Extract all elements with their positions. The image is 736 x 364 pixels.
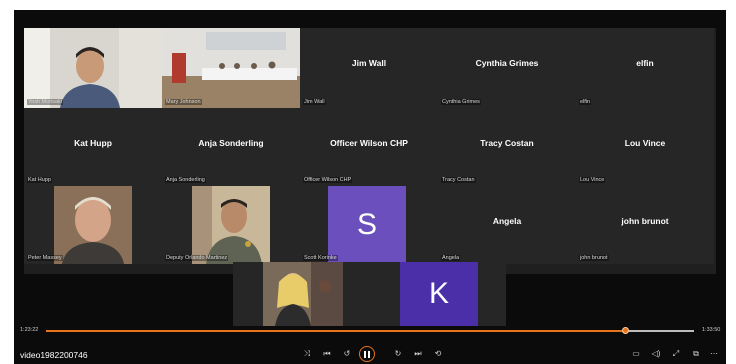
more-icon[interactable]: ⋯ <box>708 349 720 359</box>
participant-name: Peter Massey <box>27 255 63 261</box>
participant-tile: Mary Johnson <box>162 28 300 108</box>
participant-name: Scott Korinke <box>303 255 338 261</box>
participant-name: Lou Vince <box>579 177 606 183</box>
participant-name: Mary Johnson <box>165 99 202 105</box>
participant-display-name: Cynthia Grimes <box>475 58 539 69</box>
pause-icon <box>368 350 370 358</box>
avatar: S <box>328 186 406 264</box>
participant-name: Kat Hupp <box>27 177 52 183</box>
control-bar: video1982200746 ⤨ ⏮ ↺ ↻ ⏭ ⟲ ▭ ◁) ⤢ ⧉ ⋯ <box>14 344 726 364</box>
seek-track[interactable] <box>46 327 694 334</box>
participant-strip: K <box>233 262 506 326</box>
participant-tile: Kat Hupp Kat Hupp <box>24 108 162 186</box>
repeat-icon[interactable]: ⟲ <box>432 349 444 359</box>
participant-tile: S Scott Korinke <box>300 186 438 264</box>
duration-time: 1:33:50 <box>702 327 721 333</box>
video-title: video1982200746 <box>20 350 88 360</box>
participant-name: Deputy Orlando Martinez <box>165 255 229 261</box>
participant-display-name: Officer Wilson CHP <box>330 137 408 148</box>
participant-display-name: Kat Hupp <box>74 137 112 148</box>
seek-progress <box>46 330 626 332</box>
participant-name: Jim Wall <box>303 99 326 105</box>
participant-display-name: Angela <box>492 215 522 226</box>
participant-name: john brunot <box>579 255 609 261</box>
participant-tile: Tracy Costan Tracy Costan <box>438 108 576 186</box>
participant-video <box>263 262 343 326</box>
pause-button[interactable] <box>359 346 375 362</box>
seek-bar[interactable]: 1:23:22 1:33:50 <box>14 322 726 342</box>
participant-name: Cynthia Grimes <box>441 99 481 105</box>
avatar-letter: K <box>428 277 449 310</box>
participant-tile: Angela Angela <box>438 186 576 264</box>
video-player: Yosh Morisaki Mary Johnson Jim Wall Jim … <box>14 10 726 364</box>
participant-tile: Officer Wilson CHP Officer Wilson CHP <box>300 108 438 186</box>
rewind-icon[interactable]: ↺ <box>341 349 353 359</box>
captions-icon[interactable]: ▭ <box>630 349 642 359</box>
participant-video <box>162 28 300 108</box>
participant-display-name: Jim Wall <box>351 58 387 69</box>
participant-video <box>24 186 162 264</box>
avatar-letter: S <box>356 208 377 241</box>
participant-display-name: Lou Vince <box>624 137 666 148</box>
participant-video <box>24 28 162 108</box>
participant-tile: Lou Vince Lou Vince <box>576 108 714 186</box>
participant-name: Tracy Costan <box>441 177 476 183</box>
participant-display-name: Anja Sonderling <box>198 137 264 148</box>
skip-next-icon[interactable]: ⏭ <box>412 349 424 359</box>
participant-video <box>162 186 300 264</box>
fullscreen-icon[interactable]: ⤢ <box>670 349 682 359</box>
participant-name: Angela <box>441 255 461 261</box>
elapsed-time: 1:23:22 <box>20 327 39 333</box>
shuffle-icon[interactable]: ⤨ <box>301 349 313 359</box>
skip-previous-icon[interactable]: ⏮ <box>321 349 333 359</box>
volume-icon[interactable]: ◁) <box>650 349 662 359</box>
participant-tile: elfin elfin <box>576 28 714 108</box>
participant-tile: Deputy Orlando Martinez <box>162 186 300 264</box>
participant-display-name: john brunot <box>621 215 669 226</box>
participant-name: Officer Wilson CHP <box>303 177 353 183</box>
participant-tile: Jim Wall Jim Wall <box>300 28 438 108</box>
seek-thumb[interactable] <box>622 327 630 334</box>
participant-name: Yosh Morisaki <box>27 99 64 105</box>
participant-display-name: Tracy Costan <box>480 137 534 148</box>
participant-tile: Peter Massey <box>24 186 162 264</box>
fast-forward-icon[interactable]: ↻ <box>392 349 404 359</box>
avatar: K <box>400 262 478 326</box>
meeting-grid: Yosh Morisaki Mary Johnson Jim Wall Jim … <box>24 28 716 274</box>
miniplayer-icon[interactable]: ⧉ <box>690 349 702 359</box>
participant-tile: Cynthia Grimes Cynthia Grimes <box>438 28 576 108</box>
participant-tile: Yosh Morisaki <box>24 28 162 108</box>
participant-name: elfin <box>579 99 592 105</box>
participant-tile: Anja Sonderling Anja Sonderling <box>162 108 300 186</box>
participant-name: Anja Sonderling <box>165 177 206 183</box>
participant-tile: john brunot john brunot <box>576 186 714 264</box>
pause-icon <box>364 350 366 358</box>
participant-display-name: elfin <box>636 58 654 69</box>
